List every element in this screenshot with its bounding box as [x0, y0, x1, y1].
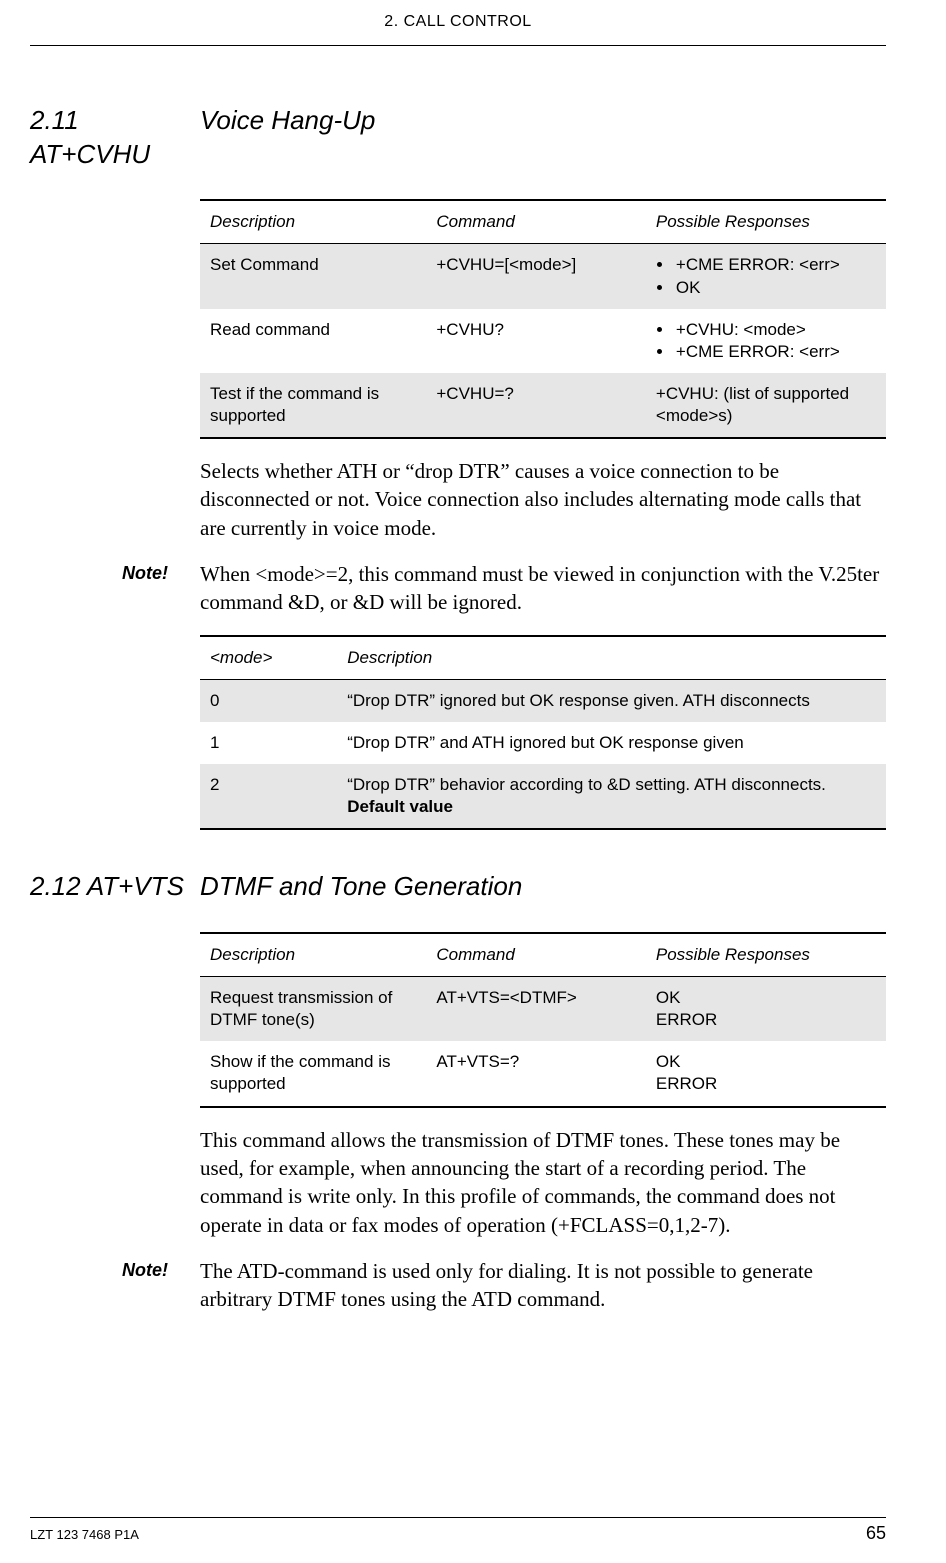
resp-item: OK: [674, 277, 876, 299]
resp-item: +CME ERROR: <err>: [674, 254, 876, 276]
section-number: 2.12 AT+VTS: [30, 870, 200, 904]
mode-table: <mode> Description 0 “Drop DTR” ignored …: [200, 635, 886, 830]
resp-item: +CME ERROR: <err>: [674, 341, 876, 363]
section-title: DTMF and Tone Generation: [200, 870, 886, 904]
cell-resp: +CVHU: <mode> +CME ERROR: <err>: [646, 309, 886, 373]
chapter-header: 2. CALL CONTROL: [30, 12, 886, 33]
cell-desc: “Drop DTR” and ATH ignored but OK respon…: [337, 722, 886, 764]
th-command: Command: [426, 933, 646, 977]
doc-id: LZT 123 7468 P1A: [30, 1527, 139, 1544]
command-table: Description Command Possible Responses R…: [200, 932, 886, 1107]
cell-desc: Test if the command is supported: [200, 373, 426, 438]
cell-mode: 2: [200, 764, 337, 829]
cell-resp: +CME ERROR: <err> OK: [646, 244, 886, 309]
section-number: 2.11 AT+CVHU: [30, 104, 200, 172]
th-responses: Possible Responses: [646, 933, 886, 977]
th-responses: Possible Responses: [646, 200, 886, 244]
note-label: Note!: [30, 1257, 200, 1282]
cell-cmd: +CVHU=[<mode>]: [426, 244, 646, 309]
note-body: The ATD-command is used only for dialing…: [200, 1257, 886, 1314]
table-row: Set Command +CVHU=[<mode>] +CME ERROR: <…: [200, 244, 886, 309]
th-description: Description: [200, 200, 426, 244]
table-row: 2 “Drop DTR” behavior according to &D se…: [200, 764, 886, 829]
cell-desc: Read command: [200, 309, 426, 373]
table-row: Test if the command is supported +CVHU=?…: [200, 373, 886, 438]
section-2-12: 2.12 AT+VTS DTMF and Tone Generation Des…: [30, 870, 886, 1313]
body-paragraph: This command allows the transmission of …: [200, 1126, 886, 1239]
header-rule: [30, 45, 886, 46]
body-paragraph: Selects whether ATH or “drop DTR” causes…: [200, 457, 886, 542]
table-row: 0 “Drop DTR” ignored but OK response giv…: [200, 679, 886, 722]
cell-cmd: +CVHU=?: [426, 373, 646, 438]
page-footer: LZT 123 7468 P1A 65: [30, 1517, 886, 1545]
page-number: 65: [866, 1522, 886, 1545]
table-row: Read command +CVHU? +CVHU: <mode> +CME E…: [200, 309, 886, 373]
footer-rule: [30, 1517, 886, 1518]
cell-cmd: AT+VTS=?: [426, 1041, 646, 1106]
th-description: Description: [337, 636, 886, 680]
table-row: 1 “Drop DTR” and ATH ignored but OK resp…: [200, 722, 886, 764]
cell-resp: OK ERROR: [646, 977, 886, 1042]
cell-desc: Set Command: [200, 244, 426, 309]
cell-desc-bold: Default value: [347, 797, 453, 816]
th-command: Command: [426, 200, 646, 244]
table-row: Request transmission of DTMF tone(s) AT+…: [200, 977, 886, 1042]
cell-desc: Request transmission of DTMF tone(s): [200, 977, 426, 1042]
resp-item: +CVHU: <mode>: [674, 319, 876, 341]
cell-desc: “Drop DTR” ignored but OK response given…: [337, 679, 886, 722]
section-2-11: 2.11 AT+CVHU Voice Hang-Up Description C…: [30, 104, 886, 830]
cell-desc: “Drop DTR” behavior according to &D sett…: [337, 764, 886, 829]
cell-resp: OK ERROR: [646, 1041, 886, 1106]
cell-mode: 0: [200, 679, 337, 722]
note-label: Note!: [30, 560, 200, 585]
cell-cmd: +CVHU?: [426, 309, 646, 373]
cell-desc: Show if the command is supported: [200, 1041, 426, 1106]
cell-resp: +CVHU: (list of supported <mode>s): [646, 373, 886, 438]
note-body: When <mode>=2, this command must be view…: [200, 560, 886, 617]
command-table: Description Command Possible Responses S…: [200, 199, 886, 439]
table-row: Show if the command is supported AT+VTS=…: [200, 1041, 886, 1106]
section-title: Voice Hang-Up: [200, 104, 886, 138]
th-mode: <mode>: [200, 636, 337, 680]
cell-desc-pre: “Drop DTR” behavior according to &D sett…: [347, 775, 826, 794]
cell-mode: 1: [200, 722, 337, 764]
cell-cmd: AT+VTS=<DTMF>: [426, 977, 646, 1042]
th-description: Description: [200, 933, 426, 977]
